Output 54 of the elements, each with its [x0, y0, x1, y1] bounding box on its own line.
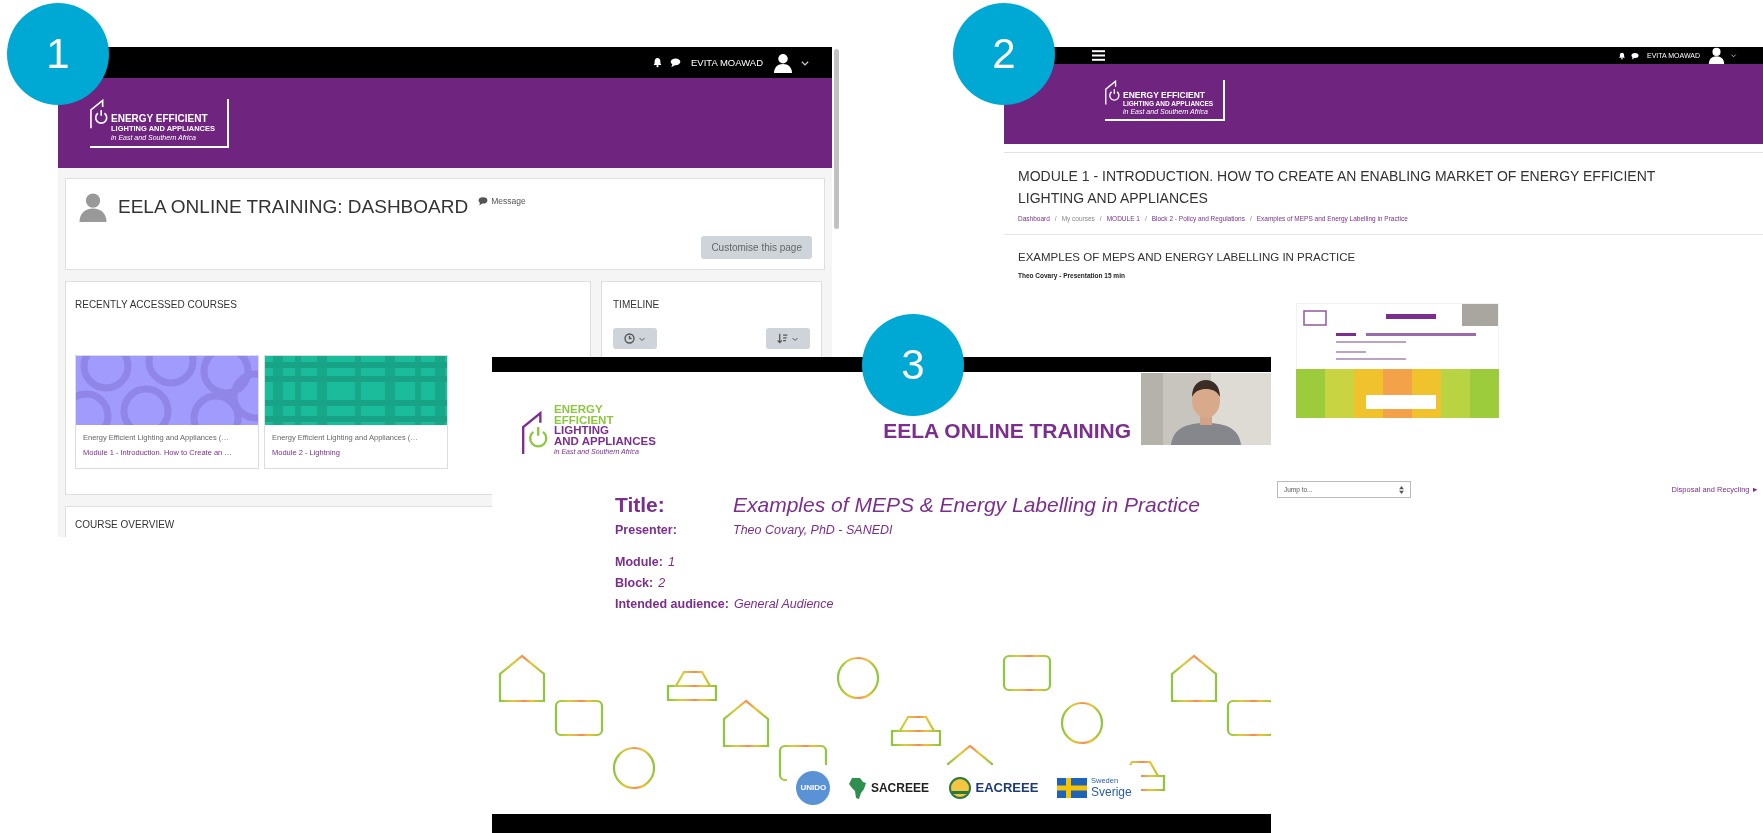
- step-number-badge: 2: [953, 3, 1055, 105]
- chat-icon[interactable]: [670, 57, 682, 68]
- partner-logo: UNIDO: [796, 770, 831, 805]
- page-title: MODULE 1 - INTRODUCTION. HOW TO CREATE AN ENABLING MARKET OF ENERGY EFFICIENT LIGHTING AND APPLIANCES: [1018, 167, 1657, 208]
- sort-icon: [777, 333, 788, 344]
- chat-icon: [478, 196, 489, 206]
- chat-icon[interactable]: [1630, 51, 1639, 60]
- logo-text: LIGHTING: [554, 425, 610, 436]
- clock-icon: [624, 333, 635, 344]
- user-avatar-icon[interactable]: [773, 52, 793, 73]
- partner-name: EACREEE: [975, 780, 1039, 795]
- user-name[interactable]: EVITA MOAWAD: [691, 57, 763, 68]
- field-label: Intended audience:: [615, 597, 729, 611]
- field-value: Theo Covary, PhD - SANEDI: [733, 523, 893, 537]
- field-value: 2: [658, 576, 666, 590]
- slide-heading: EELA ONLINE TRAINING: [883, 419, 1131, 443]
- field-label: Module:: [615, 555, 663, 569]
- page-title: EELA ONLINE TRAINING: DASHBOARD: [118, 196, 469, 218]
- customise-page-button[interactable]: Customise this page: [701, 236, 812, 259]
- field-value: Examples of MEPS & Energy Labelling in Practice: [733, 493, 1200, 517]
- card-heading: TIMELINE: [613, 299, 660, 310]
- logo-text: ENERGY EFFICIENT: [1123, 91, 1207, 100]
- menu-icon[interactable]: [1092, 50, 1105, 61]
- house-power-icon: [522, 411, 548, 455]
- field-label: Title:: [615, 493, 666, 517]
- filter-dropdown-button[interactable]: [613, 328, 657, 349]
- sort-arrows-icon: [1399, 485, 1404, 494]
- step-number-badge: 1: [7, 3, 109, 105]
- message-link[interactable]: Message: [478, 196, 526, 206]
- partner-name: SACREEE: [870, 780, 929, 795]
- sun-emblem-icon: [947, 775, 972, 800]
- africa-map-icon: [848, 775, 867, 800]
- house-power-icon: [90, 99, 108, 129]
- field-label: Presenter:: [615, 523, 678, 537]
- bell-icon[interactable]: [652, 57, 664, 68]
- partner-name: Sverige: [1091, 785, 1132, 799]
- field-label: Block:: [615, 576, 654, 590]
- user-avatar-icon[interactable]: [1708, 47, 1725, 64]
- house-power-icon: [1105, 80, 1120, 105]
- sort-dropdown-button[interactable]: [766, 328, 810, 349]
- field-value: General Audience: [733, 597, 834, 611]
- logo-text: ENERGY: [554, 404, 604, 415]
- logo-text: EFFICIENT: [554, 414, 615, 425]
- sweden-flag-icon: [1057, 777, 1087, 798]
- logo-text: AND APPLIANCES: [554, 435, 656, 446]
- card-heading: COURSE OVERVIEW: [75, 519, 175, 530]
- bell-icon[interactable]: [1617, 51, 1626, 60]
- logo-text: ENERGY EFFICIENT: [111, 113, 209, 124]
- step-number-badge: 3: [862, 314, 964, 416]
- scrollbar[interactable]: [834, 49, 839, 229]
- user-avatar-icon: [78, 192, 108, 222]
- field-value: 1: [667, 555, 675, 569]
- card-heading: RECENTLY ACCESSED COURSES: [75, 299, 237, 310]
- section-title: EXAMPLES OF MEPS AND ENERGY LABELLING IN PRACTICE: [1018, 251, 1357, 263]
